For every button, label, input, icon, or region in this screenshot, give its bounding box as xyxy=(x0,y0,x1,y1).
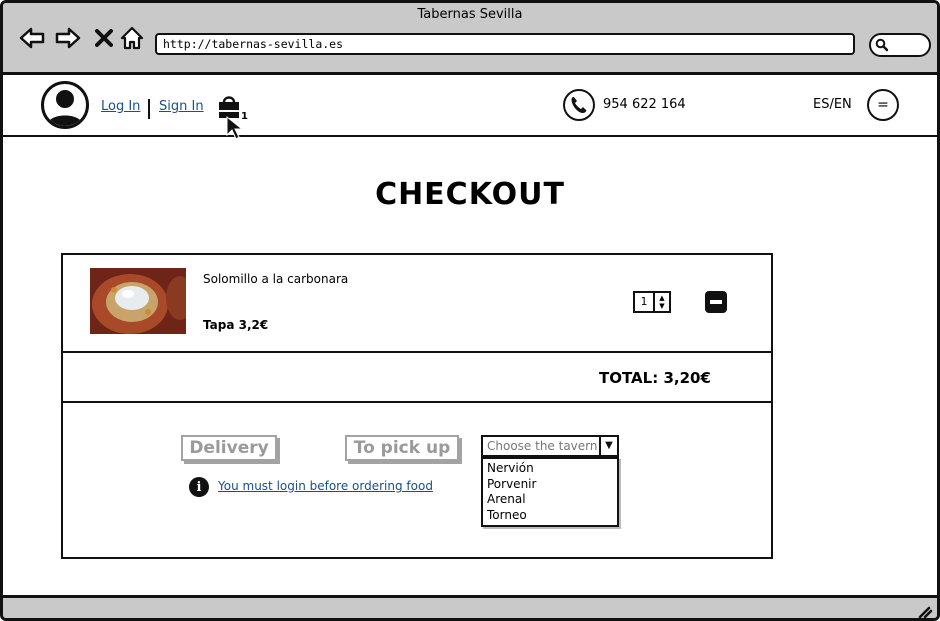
language-switch[interactable]: ES/EN xyxy=(813,97,852,112)
item-price: Tapa 3,2€ xyxy=(203,318,269,332)
cart-item: Solomillo a la carbonara Tapa 3,2€ 1 ▲ ▼ xyxy=(63,255,771,353)
home-icon[interactable] xyxy=(117,23,147,53)
tavern-select-placeholder: Choose the tavern xyxy=(487,439,598,453)
minus-icon xyxy=(710,300,722,304)
quantity-value: 1 xyxy=(635,293,655,311)
info-icon: i xyxy=(189,477,209,497)
pickup-button[interactable]: To pick up xyxy=(345,435,459,461)
checkout-panel: Solomillo a la carbonara Tapa 3,2€ 1 ▲ ▼… xyxy=(61,253,773,559)
tavern-option[interactable]: Nervión xyxy=(487,461,613,477)
resize-handle-icon[interactable] xyxy=(917,603,933,619)
stepper-arrows[interactable]: ▲ ▼ xyxy=(655,293,669,311)
dish-photo xyxy=(90,268,186,334)
page-title: CHECKOUT xyxy=(375,177,565,212)
tavern-option[interactable]: Arenal xyxy=(487,492,613,508)
total-amount: TOTAL: 3,20€ xyxy=(599,369,711,387)
browser-window: Tabernas Sevilla http://tabernas-sevilla… xyxy=(0,0,940,621)
quantity-stepper[interactable]: 1 ▲ ▼ xyxy=(633,291,671,313)
delivery-button[interactable]: Delivery xyxy=(181,435,277,461)
increment-icon[interactable]: ▲ xyxy=(659,294,664,302)
tavern-select[interactable]: Choose the tavern ▼ xyxy=(481,435,619,457)
menu-button[interactable]: = xyxy=(867,89,899,121)
login-required-link[interactable]: You must login before ordering food xyxy=(218,479,433,493)
search-icon xyxy=(875,38,889,52)
item-name: Solomillo a la carbonara xyxy=(203,272,349,286)
browser-search-field[interactable] xyxy=(869,33,931,57)
login-link[interactable]: Log In xyxy=(101,99,140,114)
phone-icon xyxy=(563,89,595,121)
chevron-down-icon[interactable]: ▼ xyxy=(599,435,619,457)
stop-icon[interactable] xyxy=(89,23,119,53)
tavern-option[interactable]: Torneo xyxy=(487,508,613,524)
decrement-icon[interactable]: ▼ xyxy=(659,302,664,310)
forward-icon[interactable] xyxy=(53,23,83,53)
site-header: Log In Sign In 1 954 622 164 ES/EN = xyxy=(3,75,937,140)
remove-item-button[interactable] xyxy=(705,291,727,313)
signin-link[interactable]: Sign In xyxy=(159,99,204,114)
tavern-option[interactable]: Porvenir xyxy=(487,477,613,493)
phone-number: 954 622 164 xyxy=(603,97,686,112)
header-separator xyxy=(148,99,150,119)
address-bar[interactable]: http://tabernas-sevilla.es xyxy=(155,33,855,55)
back-icon[interactable] xyxy=(17,23,47,53)
tavern-dropdown-list: Nervión Porvenir Arenal Torneo xyxy=(481,457,619,527)
mouse-cursor-icon xyxy=(226,115,244,140)
window-title: Tabernas Sevilla xyxy=(417,7,523,22)
total-row: TOTAL: 3,20€ xyxy=(63,353,771,403)
browser-chrome: Tabernas Sevilla http://tabernas-sevilla… xyxy=(3,3,937,75)
status-bar xyxy=(3,595,937,619)
user-avatar-icon[interactable] xyxy=(41,81,89,129)
